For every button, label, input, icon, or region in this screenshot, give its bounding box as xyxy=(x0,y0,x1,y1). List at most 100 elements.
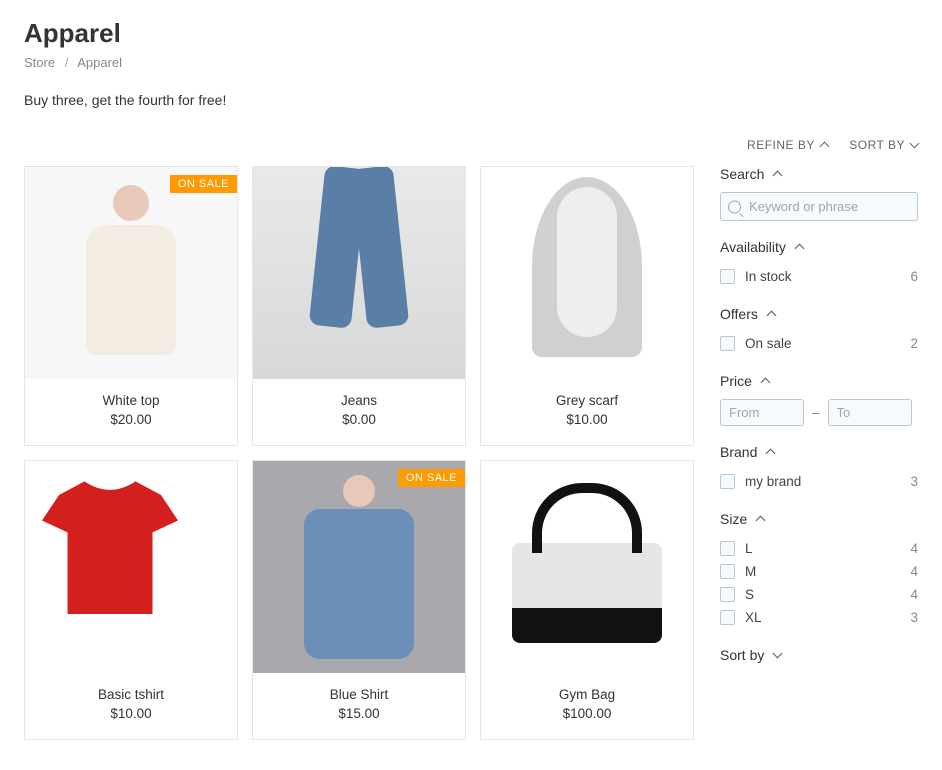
product-card[interactable]: Jeans $0.00 xyxy=(252,166,466,446)
refine-by-toggle[interactable]: REFINE BY xyxy=(747,138,828,152)
filter-offers: Offers On sale 2 xyxy=(720,306,918,355)
filter-option-label: S xyxy=(745,587,910,602)
filter-price: Price – xyxy=(720,373,918,426)
checkbox-icon xyxy=(720,541,735,556)
filter-option-label: M xyxy=(745,564,910,579)
product-card[interactable]: ON SALE Blue Shirt $15.00 xyxy=(252,460,466,740)
filter-option-count: 2 xyxy=(910,336,918,351)
filter-size-title: Size xyxy=(720,511,747,527)
filter-option-label: L xyxy=(745,541,910,556)
filter-option-count: 4 xyxy=(910,564,918,579)
checkbox-icon xyxy=(720,336,735,351)
filter-brand-header[interactable]: Brand xyxy=(720,444,918,460)
product-card[interactable]: Gym Bag $100.00 xyxy=(480,460,694,740)
product-image xyxy=(25,461,237,673)
chevron-up-icon xyxy=(794,244,804,254)
filter-sortby-title: Sort by xyxy=(720,647,764,663)
filter-option-label: my brand xyxy=(745,474,910,489)
breadcrumb-store[interactable]: Store xyxy=(24,55,55,70)
product-image: ON SALE xyxy=(253,461,465,673)
checkbox-icon xyxy=(720,587,735,602)
product-name: Basic tshirt xyxy=(35,687,227,702)
on-sale-badge: ON SALE xyxy=(170,175,237,193)
filter-option-my-brand[interactable]: my brand 3 xyxy=(720,470,918,493)
product-card[interactable]: Grey scarf $10.00 xyxy=(480,166,694,446)
filter-option-count: 3 xyxy=(910,610,918,625)
product-image xyxy=(481,167,693,379)
breadcrumb-separator: / xyxy=(65,55,69,70)
filter-availability: Availability In stock 6 xyxy=(720,239,918,288)
filter-brand-title: Brand xyxy=(720,444,757,460)
product-price: $10.00 xyxy=(491,412,683,427)
product-image xyxy=(253,167,465,379)
filter-offers-header[interactable]: Offers xyxy=(720,306,918,322)
chevron-up-icon xyxy=(766,449,776,459)
refine-by-label: REFINE BY xyxy=(747,138,815,152)
breadcrumb-current: Apparel xyxy=(77,55,122,70)
checkbox-icon xyxy=(720,269,735,284)
filter-option-label: XL xyxy=(745,610,910,625)
product-price: $10.00 xyxy=(35,706,227,721)
price-range-dash: – xyxy=(812,405,820,420)
filter-availability-header[interactable]: Availability xyxy=(720,239,918,255)
filter-option-in-stock[interactable]: In stock 6 xyxy=(720,265,918,288)
filter-option-count: 6 xyxy=(910,269,918,284)
product-card[interactable]: Basic tshirt $10.00 xyxy=(24,460,238,740)
listing-toolbar: REFINE BY SORT BY xyxy=(24,138,918,166)
product-price: $20.00 xyxy=(35,412,227,427)
filter-sortby-header[interactable]: Sort by xyxy=(720,647,918,663)
product-image xyxy=(481,461,693,673)
product-name: White top xyxy=(35,393,227,408)
product-name: Grey scarf xyxy=(491,393,683,408)
checkbox-icon xyxy=(720,610,735,625)
filter-sortby: Sort by xyxy=(720,647,918,663)
chevron-up-icon xyxy=(766,311,776,321)
filter-option-size-l[interactable]: L 4 xyxy=(720,537,918,560)
product-name: Blue Shirt xyxy=(263,687,455,702)
checkbox-icon xyxy=(720,564,735,579)
filter-option-size-xl[interactable]: XL 3 xyxy=(720,606,918,629)
filter-option-on-sale[interactable]: On sale 2 xyxy=(720,332,918,355)
product-name: Jeans xyxy=(263,393,455,408)
filter-offers-title: Offers xyxy=(720,306,758,322)
product-image: ON SALE xyxy=(25,167,237,379)
filter-search-title: Search xyxy=(720,166,764,182)
product-price: $100.00 xyxy=(491,706,683,721)
chevron-up-icon xyxy=(756,516,766,526)
price-from-input[interactable] xyxy=(720,399,804,426)
search-icon xyxy=(728,200,741,213)
sort-by-toggle[interactable]: SORT BY xyxy=(849,138,918,152)
filter-search-header[interactable]: Search xyxy=(720,166,918,182)
price-to-input[interactable] xyxy=(828,399,912,426)
filter-option-label: On sale xyxy=(745,336,910,351)
product-price: $0.00 xyxy=(263,412,455,427)
filter-option-count: 4 xyxy=(910,587,918,602)
chevron-up-icon xyxy=(773,171,783,181)
filter-price-title: Price xyxy=(720,373,752,389)
checkbox-icon xyxy=(720,474,735,489)
filter-availability-title: Availability xyxy=(720,239,786,255)
filter-search: Search xyxy=(720,166,918,221)
filter-option-label: In stock xyxy=(745,269,910,284)
filter-size: Size L 4 M 4 S 4 xyxy=(720,511,918,629)
promo-text: Buy three, get the fourth for free! xyxy=(24,92,918,108)
chevron-down-icon xyxy=(910,139,920,149)
filter-option-count: 4 xyxy=(910,541,918,556)
search-input[interactable] xyxy=(720,192,918,221)
chevron-up-icon xyxy=(760,378,770,388)
breadcrumb: Store / Apparel xyxy=(24,55,918,70)
filter-price-header[interactable]: Price xyxy=(720,373,918,389)
page-title: Apparel xyxy=(24,18,918,49)
product-card[interactable]: ON SALE White top $20.00 xyxy=(24,166,238,446)
product-name: Gym Bag xyxy=(491,687,683,702)
filter-brand: Brand my brand 3 xyxy=(720,444,918,493)
chevron-up-icon xyxy=(819,142,829,152)
on-sale-badge: ON SALE xyxy=(398,469,465,487)
filter-option-size-m[interactable]: M 4 xyxy=(720,560,918,583)
filter-option-count: 3 xyxy=(910,474,918,489)
filter-sidebar: Search Availability In stock 6 xyxy=(720,166,918,681)
filter-option-size-s[interactable]: S 4 xyxy=(720,583,918,606)
chevron-down-icon xyxy=(773,649,783,659)
filter-size-header[interactable]: Size xyxy=(720,511,918,527)
product-grid: ON SALE White top $20.00 Jeans $0.00 Gre… xyxy=(24,166,694,740)
